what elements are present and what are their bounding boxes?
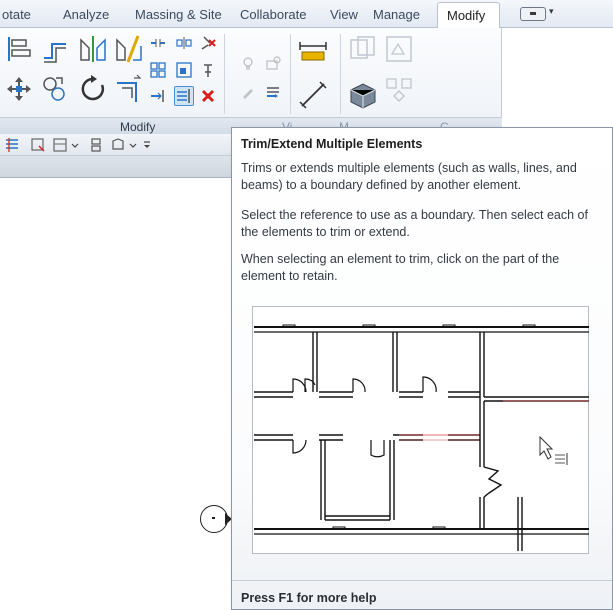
drawing-canvas[interactable] — [0, 178, 232, 610]
chevron-down-icon[interactable] — [128, 137, 138, 153]
align-icon[interactable] — [4, 34, 34, 64]
ribbon-panel: Modify Vi M C — [0, 28, 502, 134]
measure-along-icon[interactable] — [298, 80, 328, 110]
ribbon-separator — [290, 34, 291, 114]
quick-access-toolbar — [0, 134, 232, 156]
panel-title-modify: Modify — [120, 120, 156, 134]
floor-plan-illustration — [254, 324, 589, 551]
properties-icon[interactable] — [4, 137, 20, 153]
pin-icon[interactable] — [200, 62, 216, 78]
elevation-marker[interactable] — [200, 505, 228, 533]
tab-modify-label: Modify — [447, 8, 486, 23]
tooltip-instruction: Select the reference to use as a boundar… — [241, 208, 588, 239]
view-properties-icon[interactable] — [52, 137, 68, 153]
ribbon-separator — [224, 34, 225, 114]
tooltip-illustration — [252, 306, 589, 554]
tab-view[interactable]: View — [330, 7, 358, 22]
tooltip-description: Trims or extends multiple elements (such… — [241, 161, 577, 192]
array-icon[interactable] — [150, 62, 166, 78]
split-element-icon[interactable] — [176, 35, 192, 51]
tab-manage[interactable]: Manage — [373, 7, 420, 22]
shape-icon[interactable] — [110, 137, 126, 153]
tab-annotate[interactable]: otate — [2, 7, 31, 22]
mirror-draw-axis-icon[interactable] — [114, 34, 144, 64]
ribbon-separator — [340, 34, 341, 114]
customize-dropdown-icon[interactable] — [142, 137, 152, 153]
create-part-icon[interactable] — [348, 34, 378, 64]
tab-massing-site[interactable]: Massing & Site — [135, 7, 222, 22]
measure-distance-icon[interactable] — [298, 38, 328, 68]
create-similar-icon[interactable] — [384, 76, 414, 106]
options-bar — [0, 156, 232, 178]
create-group-icon[interactable] — [384, 34, 414, 64]
elevation-marker-center — [212, 517, 215, 519]
tooltip-divider — [232, 580, 612, 581]
mirror-pick-axis-icon[interactable] — [78, 34, 108, 64]
trim-extend-corner-icon[interactable] — [114, 74, 144, 104]
tooltip-help-hint: Press F1 for more help — [241, 591, 377, 605]
scale-icon[interactable] — [176, 62, 192, 78]
unpin-icon[interactable] — [200, 35, 216, 51]
offset-icon[interactable] — [40, 34, 70, 64]
select-filter-icon[interactable] — [30, 137, 46, 153]
chevron-down-icon[interactable] — [70, 137, 80, 153]
contextual-tab-button[interactable] — [520, 7, 546, 21]
trim-extend-multiple-icon[interactable] — [174, 86, 194, 106]
tab-modify[interactable]: Modify — [437, 2, 500, 29]
create-assembly-icon[interactable] — [348, 80, 378, 110]
move-icon[interactable] — [4, 74, 34, 104]
ribbon-tab-bar: otate Analyze Massing & Site Collaborate… — [0, 0, 613, 29]
linework-icon[interactable] — [265, 84, 281, 100]
hidden-element-icon[interactable] — [265, 56, 281, 72]
rotate-icon[interactable] — [78, 74, 108, 104]
tab-collaborate[interactable]: Collaborate — [240, 7, 307, 22]
delete-icon[interactable] — [200, 88, 216, 104]
chevron-down-icon[interactable]: ▾ — [549, 6, 554, 17]
split-with-gap-icon[interactable] — [150, 35, 166, 51]
lightbulb-icon[interactable] — [240, 56, 256, 72]
trim-extend-single-icon[interactable] — [150, 88, 166, 104]
level-icon[interactable] — [88, 137, 104, 153]
tooltip: Trim/Extend Multiple Elements Trims or e… — [231, 127, 613, 610]
paint-icon[interactable] — [240, 84, 256, 100]
tab-analyze[interactable]: Analyze — [63, 7, 109, 22]
copy-icon[interactable] — [40, 74, 70, 104]
tooltip-instruction: When selecting an element to trim, click… — [241, 252, 560, 283]
tooltip-title: Trim/Extend Multiple Elements — [241, 137, 423, 151]
